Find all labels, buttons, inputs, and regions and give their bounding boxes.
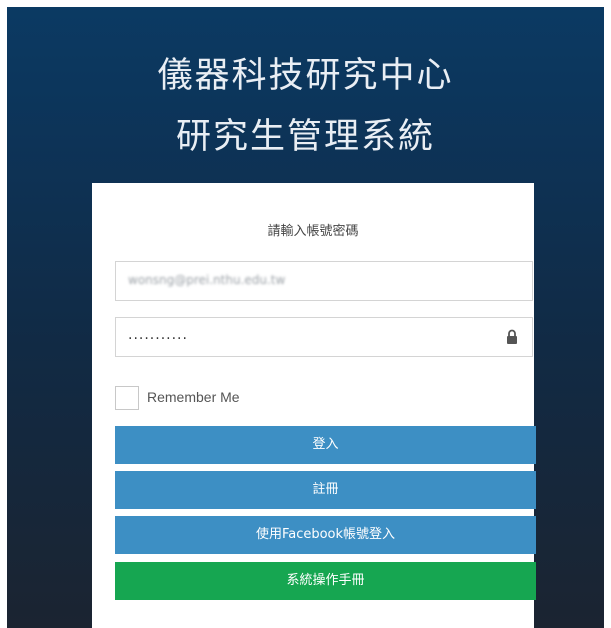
login-card: 請輸入帳號密碼 wonsng@prei.nthu.edu.tw ........… [92, 183, 536, 628]
system-title-line-2: 研究生管理系統 [175, 117, 435, 157]
login-button[interactable]: 登入 [115, 426, 536, 464]
username-field[interactable]: wonsng@prei.nthu.edu.tw [115, 261, 533, 301]
remember-me-label: Remember Me [147, 389, 240, 405]
password-field[interactable]: ........... [115, 317, 533, 357]
remember-me-checkbox[interactable] [115, 386, 139, 410]
facebook-login-button[interactable]: 使用Facebook帳號登入 [115, 516, 536, 554]
register-button[interactable]: 註冊 [115, 471, 536, 509]
lock-icon [507, 329, 517, 344]
login-page-background: 儀器科技研究中心 研究生管理系統 請輸入帳號密碼 wonsng@prei.nth… [7, 7, 604, 628]
password-value: ........... [128, 327, 188, 343]
username-value: wonsng@prei.nthu.edu.tw [128, 273, 286, 287]
user-manual-button[interactable]: 系統操作手冊 [115, 562, 536, 600]
system-title-line-1: 儀器科技研究中心 [157, 56, 454, 96]
login-prompt: 請輸入帳號密碼 [267, 224, 359, 239]
